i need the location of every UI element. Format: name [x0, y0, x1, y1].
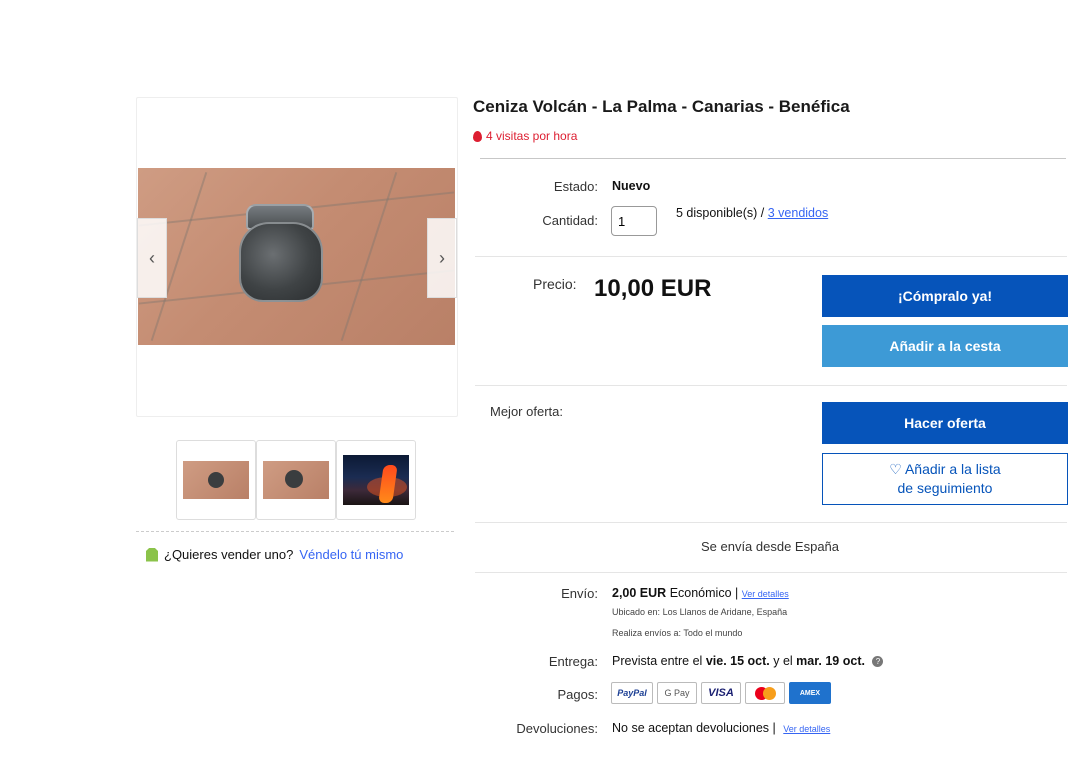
- listing-title: Ceniza Volcán - La Palma - Canarias - Be…: [473, 97, 850, 116]
- mastercard-icon: [745, 682, 785, 704]
- shipping-cost-line: 2,00 EUR Económico | Ver detalles: [612, 586, 789, 600]
- buy-now-button[interactable]: ¡Cómpralo ya!: [822, 275, 1068, 317]
- returns-details-link[interactable]: Ver detalles: [783, 724, 830, 734]
- shipping-type: Económico |: [669, 586, 739, 600]
- sell-one-prompt: ¿Quieres vender uno? Véndelo tú mismo: [146, 547, 403, 562]
- paypal-icon: PayPal: [611, 682, 653, 704]
- thumbnail-jar-1[interactable]: [176, 440, 256, 520]
- condition-label: Estado:: [553, 179, 598, 194]
- price-tag-icon: [146, 547, 158, 562]
- shipping-label: Envío:: [561, 586, 598, 601]
- payments-label: Pagos:: [557, 687, 598, 702]
- chevron-left-icon: ‹: [149, 247, 155, 268]
- condition-value: Nuevo: [612, 179, 651, 193]
- amex-icon: AMEX: [789, 682, 831, 704]
- add-to-cart-button[interactable]: Añadir a la cesta: [822, 325, 1068, 367]
- best-offer-label: Mejor oferta:: [490, 404, 563, 419]
- main-product-photo[interactable]: [138, 168, 455, 345]
- thumbnail-volcano[interactable]: [336, 440, 416, 520]
- returns-label: Devoluciones:: [516, 721, 598, 736]
- gallery-next-button[interactable]: ›: [427, 218, 457, 298]
- location-value: Los Llanos de Aridane, España: [662, 607, 788, 617]
- sold-count-link[interactable]: 3 vendidos: [768, 206, 828, 220]
- available-count: 5 disponible(s) /: [676, 206, 765, 220]
- watchlist-label-line2: de seguimiento: [897, 480, 993, 496]
- help-icon[interactable]: ?: [872, 656, 884, 668]
- returns-value: No se aceptan devoluciones |: [612, 721, 776, 735]
- visa-icon: VISA: [701, 682, 741, 704]
- ships-to: Realiza envíos a: Todo el mundo: [612, 628, 742, 638]
- shipping-details-link[interactable]: Ver detalles: [742, 589, 789, 599]
- divider: [475, 256, 1067, 257]
- price-label: Precio:: [533, 276, 577, 292]
- returns-policy: No se aceptan devoluciones | Ver detalle…: [612, 721, 830, 735]
- add-to-watchlist-button[interactable]: ♡ Añadir a la lista de seguimiento: [822, 453, 1068, 505]
- quantity-label: Cantidad:: [542, 213, 598, 228]
- divider: [475, 522, 1067, 523]
- payment-methods: PayPal G Pay VISA AMEX: [611, 682, 831, 704]
- jar-photo-thumbnail: [263, 461, 329, 499]
- availability: 5 disponible(s) / 3 vendidos: [676, 206, 828, 220]
- visits-text: 4 visitas por hora: [486, 129, 578, 143]
- fire-icon: [473, 130, 482, 142]
- make-offer-button[interactable]: Hacer oferta: [822, 402, 1068, 444]
- chevron-right-icon: ›: [439, 247, 445, 268]
- watchlist-label-line1: ♡ Añadir a la lista: [889, 461, 1001, 477]
- divider: [475, 385, 1067, 386]
- shipping-cost: 2,00 EUR: [612, 586, 667, 600]
- quantity-input[interactable]: [611, 206, 657, 236]
- jar-of-ash: [239, 222, 323, 302]
- item-location: Ubicado en: Los Llanos de Aridane, Españ…: [612, 607, 787, 617]
- image-gallery: ‹ ›: [136, 97, 458, 417]
- sell-question: ¿Quieres vender uno?: [164, 547, 294, 562]
- delivery-start-date: vie. 15 oct.: [705, 654, 770, 668]
- divider: [475, 572, 1067, 573]
- location-label: Ubicado en:: [612, 607, 661, 617]
- price-value: 10,00 EUR: [594, 275, 712, 302]
- google-pay-icon: G Pay: [657, 682, 697, 704]
- jar-photo-thumbnail: [183, 461, 249, 499]
- delivery-estimate: Prevista entre el vie. 15 oct. y el mar.…: [612, 654, 884, 668]
- visits-per-hour: 4 visitas por hora: [473, 129, 577, 143]
- ships-to-value: Todo el mundo: [683, 628, 743, 638]
- divider: [480, 158, 1066, 159]
- volcano-photo-thumbnail: [343, 455, 409, 505]
- sell-yourself-link[interactable]: Véndelo tú mismo: [299, 547, 403, 562]
- delivery-prefix: Prevista entre el: [612, 654, 703, 668]
- delivery-label: Entrega:: [548, 654, 598, 669]
- divider: [136, 531, 454, 532]
- delivery-mid: y el: [773, 654, 793, 668]
- delivery-end-date: mar. 19 oct.: [796, 654, 865, 668]
- ships-from: Se envía desde España: [700, 539, 840, 554]
- gallery-prev-button[interactable]: ‹: [137, 218, 167, 298]
- ships-to-label: Realiza envíos a:: [612, 628, 682, 638]
- thumbnail-jar-2[interactable]: [256, 440, 336, 520]
